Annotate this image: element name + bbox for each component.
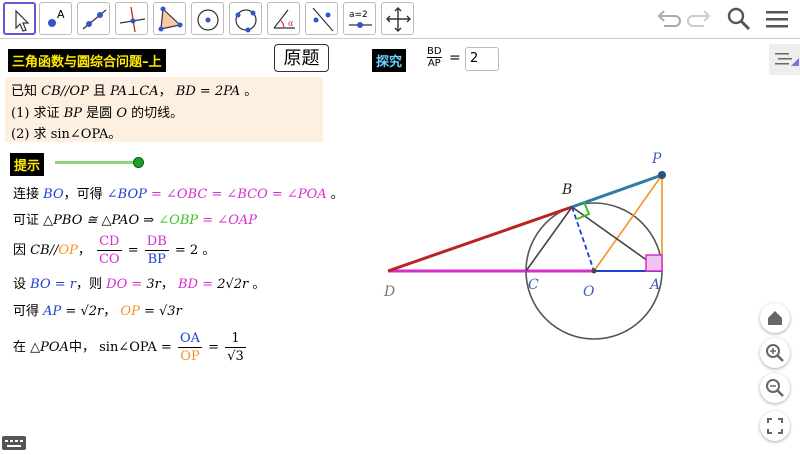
problem-line-2: (1) 求证 BP 是圆 O 的切线。 [11, 106, 184, 121]
menu-icon [766, 11, 788, 28]
polygon-tool-button[interactable] [153, 2, 186, 35]
fraction-oa-op: OA OP [177, 331, 203, 364]
solution-step-6: 在 △POA中， sin∠OPA = OA OP = 1 √3 [13, 331, 246, 364]
label-d: D [383, 284, 395, 300]
keyboard-button[interactable] [2, 436, 26, 450]
circle-center-icon [197, 9, 219, 31]
perpendicular-tool-button[interactable] [115, 2, 148, 35]
solution-step-5: 可得 AP = √2r， OP = √3r [13, 304, 182, 319]
ratio-input[interactable]: 2 [465, 47, 499, 71]
point-tool-label: A [57, 8, 65, 21]
circle-center-tool-button[interactable] [191, 2, 224, 35]
solution-step-2: 可证 △PBO ≅ △PAO ⇒ ∠OBP = ∠OAP [13, 213, 257, 228]
circle-three-points-icon [235, 9, 257, 33]
label-o: O [583, 284, 595, 300]
slider-tool-button[interactable]: a=2 [343, 2, 376, 35]
ratio-equals: = [449, 50, 461, 66]
line-tool-button[interactable] [77, 2, 110, 35]
move-arrows-icon [386, 7, 411, 32]
home-button[interactable] [760, 303, 790, 333]
explore-label[interactable]: 探究 [372, 49, 407, 72]
lesson-title: 三角函数与圆综合问题–上 [8, 49, 166, 72]
zoom-out-button[interactable] [760, 373, 790, 403]
hint-slider-knob[interactable] [133, 157, 144, 168]
segment-bd [387, 205, 573, 273]
zoom-in-icon [766, 344, 784, 362]
ratio-numerator: BD [427, 46, 442, 58]
right-angle-a [645, 254, 663, 272]
zoom-in-button[interactable] [760, 338, 790, 368]
home-icon [768, 311, 782, 325]
redo-button[interactable] [686, 4, 716, 34]
redo-icon [687, 10, 711, 27]
search-button[interactable] [724, 4, 754, 34]
keyboard-icon [5, 440, 23, 447]
ratio-denominator: AP [427, 58, 441, 69]
point-tool-button[interactable]: A [39, 2, 72, 35]
undo-button[interactable] [652, 4, 682, 34]
fraction-db-bp: DB BP [144, 234, 169, 267]
point-icon: A [48, 8, 65, 27]
fullscreen-icon [767, 418, 783, 434]
label-p: P [651, 151, 662, 167]
perpendicular-icon [119, 6, 146, 33]
reflect-tool-button[interactable] [305, 2, 338, 35]
undo-icon [657, 10, 681, 27]
fraction-1-sqrt3: 1 √3 [225, 331, 246, 364]
reflect-icon [312, 7, 334, 32]
solution-step-4: 设 BO = r，则 DO = 3r， BD = 2√2r 。 [13, 277, 266, 292]
point-o[interactable] [591, 268, 597, 274]
slider-icon: a=2 [349, 10, 372, 28]
zoom-out-icon [766, 379, 784, 397]
move-graphics-tool-button[interactable] [381, 2, 414, 35]
solution-step-3: 因 CB//OP， CD CO = DB BP = 2 。 [13, 234, 216, 267]
move-tool-button[interactable] [3, 2, 36, 35]
original-problem-button[interactable]: 原题 [274, 44, 329, 72]
cursor-icon [15, 9, 30, 32]
hint-label: 提示 [10, 153, 45, 176]
problem-statement: 已知 CB//OP 且 PA⊥CA， BD = 2PA 。 (1) 求证 BP … [5, 77, 323, 142]
slider-tool-label: a=2 [349, 10, 368, 20]
label-a: A [648, 277, 660, 293]
angle-tool-button[interactable]: α [267, 2, 300, 35]
toolbar: A α a=2 [0, 0, 800, 39]
search-icon [727, 7, 751, 31]
segment-bc [525, 206, 573, 272]
solution-step-1: 连接 BO，可得 ∠BOP = ∠OBC = ∠BCO = ∠POA 。 [13, 187, 344, 202]
polygon-icon [158, 6, 183, 32]
angle-icon: α [273, 9, 295, 29]
problem-line-1: 已知 CB//OP 且 PA⊥CA， BD = 2PA 。 [11, 84, 258, 99]
line-icon [82, 9, 107, 30]
segment-bp [571, 173, 663, 209]
problem-line-3: (2) 求 sin∠OPA。 [11, 127, 122, 142]
label-b: B [561, 182, 572, 198]
menu-button[interactable] [762, 4, 792, 34]
hint-slider-track[interactable] [55, 161, 139, 164]
ratio-label: BD AP [427, 46, 442, 69]
circle-three-points-tool-button[interactable] [229, 2, 262, 35]
svg-text:α: α [288, 19, 294, 28]
fraction-cd-co: CD CO [96, 234, 122, 267]
fullscreen-button[interactable] [760, 411, 790, 441]
point-p[interactable] [658, 171, 666, 179]
label-c: C [528, 277, 539, 293]
